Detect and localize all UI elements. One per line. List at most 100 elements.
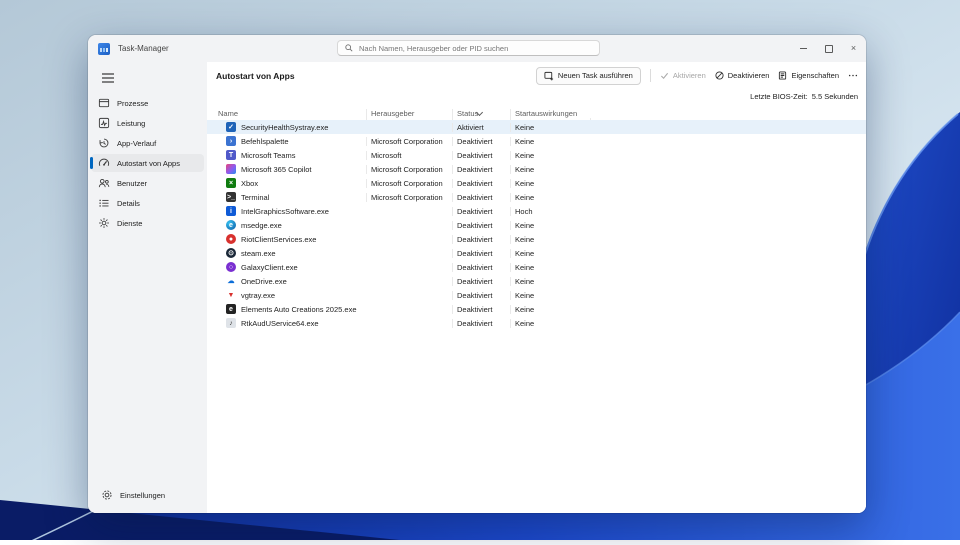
startup-app-row[interactable]: › Befehlspalette Microsoft Corporation D…: [207, 134, 866, 148]
app-status: Deaktiviert: [452, 277, 510, 286]
app-startup-impact: Keine: [510, 249, 590, 258]
sidebar-item-label: Benutzer: [117, 179, 147, 188]
page-title: Autostart von Apps: [216, 71, 295, 81]
startup-apps-table: Name Herausgeber Status Startauswirkunge…: [207, 104, 866, 330]
task-manager-app-icon: [98, 43, 110, 55]
disable-slash-icon: [715, 71, 724, 80]
app-name: Elements Auto Creations 2025.exe: [241, 305, 357, 314]
column-header-name[interactable]: Name: [207, 109, 366, 120]
properties-button[interactable]: Eigenschaften: [778, 71, 839, 80]
history-icon: [98, 137, 110, 149]
startup-app-row[interactable]: Microsoft 365 Copilot Microsoft Corporat…: [207, 162, 866, 176]
command-palette-icon: ›: [226, 136, 236, 146]
app-name: RiotClientServices.exe: [241, 235, 316, 244]
enable-button[interactable]: Aktivieren: [660, 71, 706, 80]
app-name: msedge.exe: [241, 221, 282, 230]
sidebar-item-label: Details: [117, 199, 140, 208]
sidebar-item-prozesse[interactable]: Prozesse: [91, 94, 204, 112]
users-icon: [98, 177, 110, 189]
sidebar-item-app-verlauf[interactable]: App-Verlauf: [91, 134, 204, 152]
sidebar-item-dienste[interactable]: Dienste: [91, 214, 204, 232]
intel-graphics-icon: i: [226, 206, 236, 216]
app-name: GalaxyClient.exe: [241, 263, 298, 272]
table-empty-area: [207, 330, 866, 513]
sidebar-item-details[interactable]: Details: [91, 194, 204, 212]
app-status: Deaktiviert: [452, 179, 510, 188]
app-status: Deaktiviert: [452, 291, 510, 300]
startup-app-row[interactable]: ♪ RtkAudUService64.exe Deaktiviert Keine: [207, 316, 866, 330]
startup-app-row[interactable]: ✓ SecurityHealthSystray.exe Aktiviert Ke…: [207, 120, 866, 134]
column-header-startauswirkungen[interactable]: Startauswirkungen: [510, 109, 590, 120]
app-startup-impact: Keine: [510, 151, 590, 160]
bios-time-value: 5.5 Sekunden: [812, 92, 858, 101]
column-header-herausgeber[interactable]: Herausgeber: [366, 109, 452, 120]
sidebar-item-leistung[interactable]: Leistung: [91, 114, 204, 132]
processes-icon: [98, 97, 110, 109]
startup-app-row[interactable]: i IntelGraphicsSoftware.exe Deaktiviert …: [207, 204, 866, 218]
app-startup-impact: Keine: [510, 193, 590, 202]
app-name: Microsoft 365 Copilot: [241, 165, 311, 174]
app-status: Aktiviert: [452, 123, 510, 132]
sidebar-item-label: Autostart von Apps: [117, 159, 180, 168]
vanguard-icon: ▼: [226, 290, 236, 300]
windows-security-icon: ✓: [226, 122, 236, 132]
startup-app-row[interactable]: ☁ OneDrive.exe Deaktiviert Keine: [207, 274, 866, 288]
app-name: Befehlspalette: [241, 137, 289, 146]
main-panel: Autostart von Apps Neuen Task ausführen …: [207, 62, 866, 513]
startup-app-row[interactable]: ▼ vgtray.exe Deaktiviert Keine: [207, 288, 866, 302]
enable-check-icon: [660, 71, 669, 80]
bios-time-label: Letzte BIOS-Zeit:: [750, 92, 808, 101]
app-startup-impact: Keine: [510, 165, 590, 174]
app-startup-impact: Keine: [510, 235, 590, 244]
maximize-button[interactable]: [816, 35, 841, 62]
bios-time: Letzte BIOS-Zeit: 5.5 Sekunden: [207, 89, 866, 104]
startup-app-row[interactable]: × Xbox Microsoft Corporation Deaktiviert…: [207, 176, 866, 190]
column-header-status[interactable]: Status: [452, 109, 510, 120]
startup-app-row[interactable]: e msedge.exe Deaktiviert Keine: [207, 218, 866, 232]
app-status: Deaktiviert: [452, 249, 510, 258]
app-status: Deaktiviert: [452, 305, 510, 314]
minimize-button[interactable]: [791, 35, 816, 62]
edge-icon: e: [226, 220, 236, 230]
startup-app-row[interactable]: ○ GalaxyClient.exe Deaktiviert Keine: [207, 260, 866, 274]
app-name: RtkAudUService64.exe: [241, 319, 319, 328]
app-publisher: Microsoft Corporation: [366, 179, 452, 188]
app-name: steam.exe: [241, 249, 276, 258]
app-status: Deaktiviert: [452, 193, 510, 202]
app-name: Microsoft Teams: [241, 151, 295, 160]
close-button[interactable]: ×: [841, 35, 866, 62]
toolbar-divider: [650, 69, 651, 82]
startup-app-row[interactable]: e Elements Auto Creations 2025.exe Deakt…: [207, 302, 866, 316]
app-name: SecurityHealthSystray.exe: [241, 123, 328, 132]
run-new-task-button[interactable]: Neuen Task ausführen: [536, 67, 641, 85]
app-publisher: Microsoft: [366, 151, 452, 160]
hamburger-icon: [102, 73, 114, 83]
app-status: Deaktiviert: [452, 165, 510, 174]
app-status: Deaktiviert: [452, 207, 510, 216]
startup-apps-icon: [98, 157, 110, 169]
sidebar-item-einstellungen[interactable]: Einstellungen: [94, 486, 201, 504]
table-body: ✓ SecurityHealthSystray.exe Aktiviert Ke…: [207, 120, 866, 330]
copilot-icon: [226, 164, 236, 174]
app-status: Deaktiviert: [452, 151, 510, 160]
search-box[interactable]: [337, 40, 600, 56]
more-options-button[interactable]: [848, 71, 858, 80]
disable-button[interactable]: Deaktivieren: [715, 71, 770, 80]
terminal-icon: >_: [226, 192, 236, 202]
search-input[interactable]: [359, 44, 592, 53]
sidebar-item-benutzer[interactable]: Benutzer: [91, 174, 204, 192]
sidebar-item-label: Dienste: [117, 219, 142, 228]
startup-app-row[interactable]: ⊙ steam.exe Deaktiviert Keine: [207, 246, 866, 260]
app-name: IntelGraphicsSoftware.exe: [241, 207, 329, 216]
sidebar-item-autostart-von-apps[interactable]: Autostart von Apps: [91, 154, 204, 172]
startup-app-row[interactable]: >_ Terminal Microsoft Corporation Deakti…: [207, 190, 866, 204]
teams-icon: T: [226, 150, 236, 160]
startup-app-row[interactable]: ● RiotClientServices.exe Deaktiviert Kei…: [207, 232, 866, 246]
navigation-menu-button[interactable]: [97, 69, 119, 87]
startup-app-row[interactable]: T Microsoft Teams Microsoft Deaktiviert …: [207, 148, 866, 162]
services-gear-icon: [98, 217, 110, 229]
sidebar-item-label: Prozesse: [117, 99, 148, 108]
maximize-icon: [825, 45, 833, 53]
app-startup-impact: Keine: [510, 263, 590, 272]
app-name: Terminal: [241, 193, 269, 202]
